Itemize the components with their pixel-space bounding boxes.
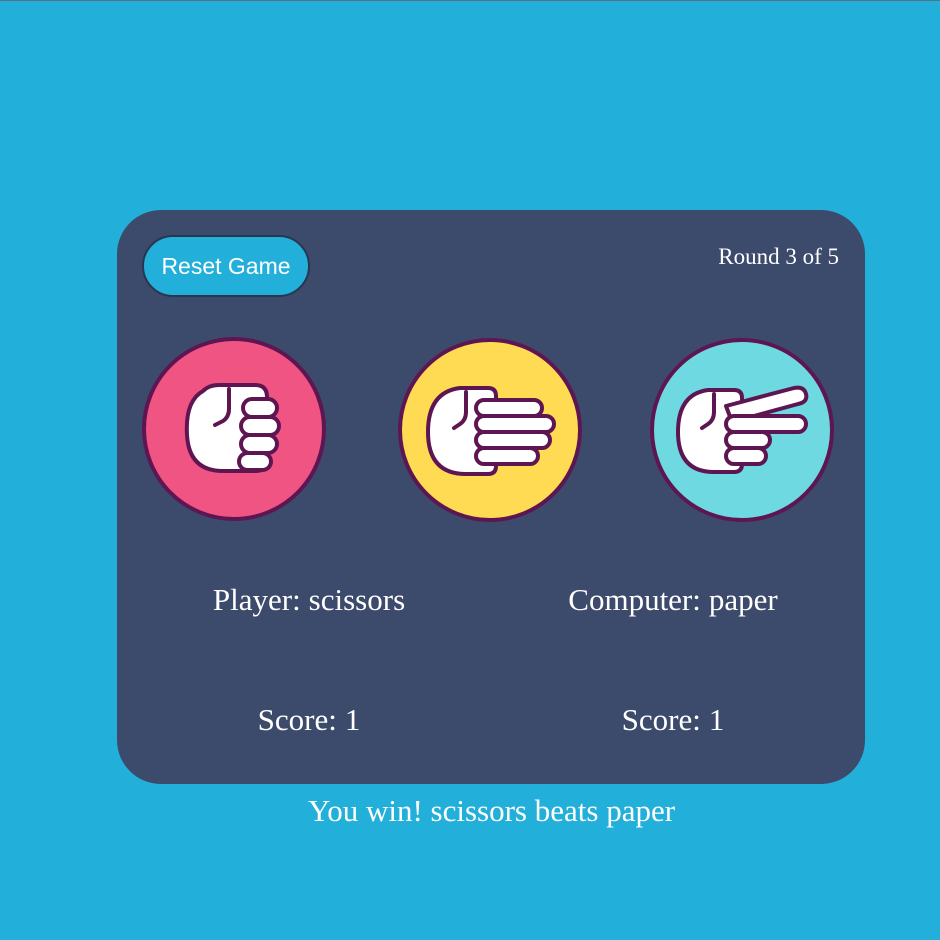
open-hand-icon bbox=[426, 386, 556, 476]
paper-choice-button[interactable] bbox=[398, 338, 582, 522]
result-message: You win! scissors beats paper bbox=[307, 793, 676, 828]
computer-choice-value: paper bbox=[708, 582, 778, 617]
scissors-hand-icon bbox=[676, 385, 809, 474]
rock-choice-button[interactable] bbox=[142, 337, 326, 521]
fist-icon bbox=[184, 383, 281, 473]
computer-choice-text: Computer: paper bbox=[568, 582, 777, 618]
computer-score: Score: 1 bbox=[622, 702, 725, 738]
player-label: Player: bbox=[212, 582, 301, 617]
game-card: Reset Game Round 3 of 5 Player: scissors… bbox=[117, 210, 865, 784]
computer-score-label: Score: bbox=[621, 702, 701, 737]
computer-label: Computer: bbox=[568, 582, 701, 617]
round-indicator: Round 3 of 5 bbox=[718, 244, 839, 269]
scissors-choice-button[interactable] bbox=[650, 338, 834, 522]
player-choice-text: Player: scissors bbox=[213, 582, 405, 618]
player-score: Score: 1 bbox=[258, 702, 361, 738]
player-score-label: Score: bbox=[257, 702, 337, 737]
player-score-value: 1 bbox=[344, 702, 361, 737]
reset-game-button[interactable]: Reset Game bbox=[142, 235, 310, 297]
computer-score-value: 1 bbox=[708, 702, 725, 737]
player-choice-value: scissors bbox=[308, 582, 406, 617]
